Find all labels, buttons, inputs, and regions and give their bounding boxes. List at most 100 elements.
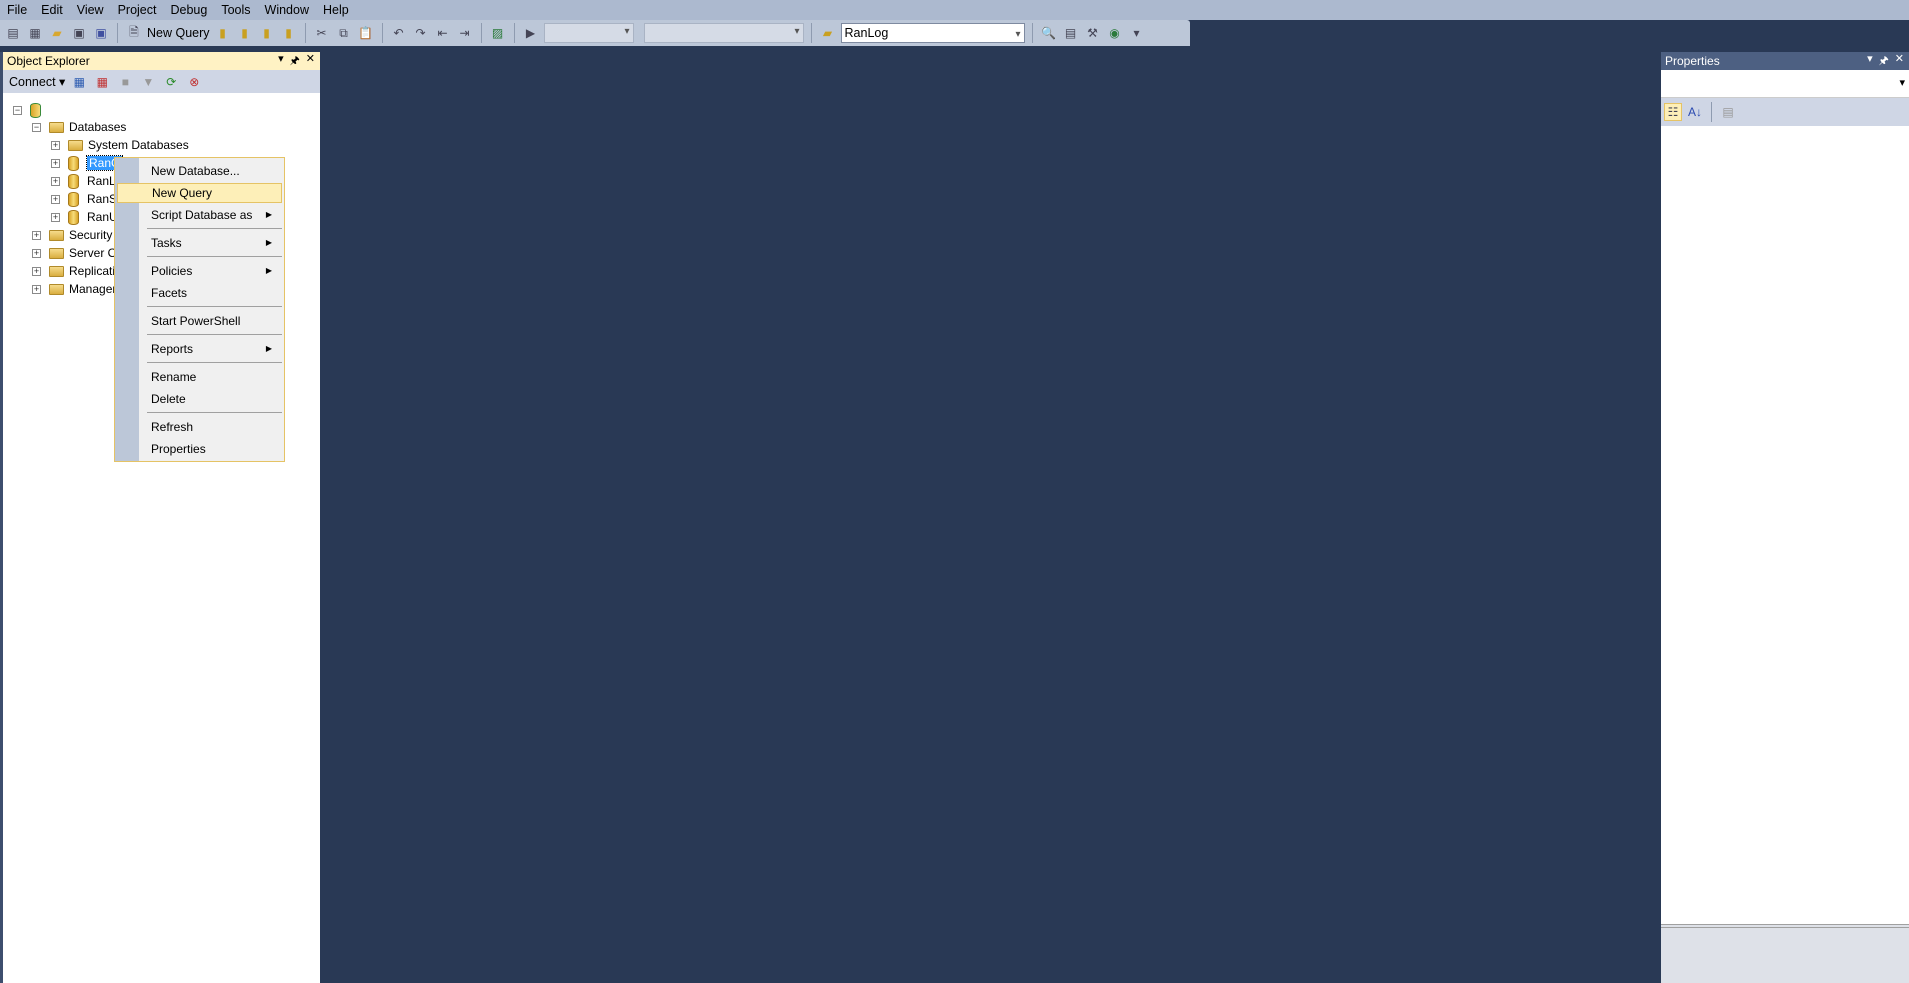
close-icon[interactable]: ✕ [306,52,315,71]
pin-icon[interactable]: 🖈 [290,52,300,71]
tree-node-replication[interactable]: + Replicatio [32,262,122,280]
find-in-files-icon[interactable]: ▰ [819,24,837,42]
menu-tools[interactable]: Tools [214,0,257,20]
undo-icon[interactable]: ↶ [390,24,408,42]
menu-item-tasks[interactable]: Tasks ▶ [117,233,282,253]
property-description-area [1661,924,1909,983]
properties-toolbar: ☷ A↓ ▤ [1661,98,1909,126]
separator [513,23,515,43]
tree-node-database[interactable]: + RanL [51,172,116,190]
close-icon[interactable]: ✕ [1895,52,1904,71]
menu-debug[interactable]: Debug [163,0,214,20]
menu-item-script-database-as[interactable]: Script Database as ▶ [117,205,282,225]
menu-item-policies[interactable]: Policies ▶ [117,261,282,281]
copy-icon[interactable]: ⧉ [335,24,353,42]
tree-node-management[interactable]: + Manager [32,280,116,298]
xmla-query-icon[interactable]: ▮ [280,24,298,42]
cut-icon[interactable]: ✂ [313,24,331,42]
expand-icon: + [51,211,60,222]
platform-combo[interactable] [643,23,804,43]
toolbar-options-icon[interactable]: ▾ [1128,24,1146,42]
separator [304,23,306,43]
database-engine-query-icon[interactable]: ▮ [214,24,232,42]
stop-icon[interactable]: ■ [116,73,134,91]
menu-separator [147,412,282,413]
start-powershell-icon[interactable]: ⊗ [185,73,203,91]
pin-icon[interactable]: 🖈 [1879,52,1889,71]
menu-help[interactable]: Help [316,0,356,20]
properties-panel: Properties ▾ 🖈 ✕ ☷ A↓ ▤ [1661,52,1909,983]
refresh-icon[interactable]: ⟳ [162,73,180,91]
available-databases-combo[interactable]: RanLog [840,23,1025,44]
separator [117,23,118,43]
execute-icon[interactable]: ▶ [522,24,540,42]
navigate-forward-icon[interactable]: ⇥ [456,24,474,42]
menu-separator [147,256,282,257]
submenu-arrow-icon: ▶ [265,344,272,353]
tree-node-databases[interactable]: − Databases [32,118,126,136]
web-browser-icon[interactable]: ◉ [1106,24,1124,42]
disconnect-icon[interactable]: ▦ [93,73,111,91]
tree-node-security[interactable]: + Security [32,226,112,244]
tree-node-database[interactable]: + RanU [51,208,118,226]
menu-item-start-powershell[interactable]: Start PowerShell [117,311,282,331]
menu-item-facets[interactable]: Facets [117,283,282,303]
menu-separator [147,362,282,363]
tree-node-system-databases[interactable]: + System Databases [51,136,189,154]
menu-project[interactable]: Project [111,0,164,20]
properties-header: Properties ▾ 🖈 ✕ [1661,52,1909,70]
folder-icon [68,139,83,151]
menu-item-reports[interactable]: Reports ▶ [117,339,282,359]
menu-item-rename[interactable]: Rename [117,367,282,387]
add-item-icon[interactable]: ▦ [26,24,44,42]
object-selector-dropdown[interactable] [1661,70,1909,98]
tree-node-database[interactable]: + RanG [51,154,124,172]
dmx-query-icon[interactable]: ▮ [258,24,276,42]
alphabetical-sort-icon[interactable]: A↓ [1686,103,1704,121]
navigate-back-icon[interactable]: ⇤ [434,24,452,42]
connect-object-explorer-icon[interactable]: ▦ [70,73,88,91]
menu-window[interactable]: Window [258,0,316,20]
folder-icon [49,283,64,295]
open-file-icon[interactable]: ▰ [48,24,66,42]
menu-bar: File Edit View Project Debug Tools Windo… [0,0,1909,20]
tree-node-database[interactable]: + RanS [51,190,117,208]
menu-item-properties[interactable]: Properties [117,439,282,459]
save-all-icon[interactable]: ▣ [92,24,110,42]
property-pages-icon[interactable]: ▤ [1719,103,1737,121]
tree-node-server[interactable]: − [13,101,49,119]
folder-icon [49,265,64,277]
dropdown-icon[interactable]: ▾ [278,52,284,71]
menu-file[interactable]: File [0,0,34,20]
solution-explorer-icon[interactable]: 🔍 [1040,24,1058,42]
new-project-icon[interactable]: ▤ [4,24,22,42]
menu-item-new-query[interactable]: New Query [117,183,282,203]
menu-separator [147,334,282,335]
connect-button[interactable]: Connect ▾ [9,74,65,89]
expand-icon: + [32,229,41,240]
activity-monitor-icon[interactable]: ▨ [489,24,507,42]
expand-icon: + [51,193,60,204]
categorized-icon[interactable]: ☷ [1664,103,1682,121]
properties-window-icon[interactable]: ▤ [1062,24,1080,42]
tree-node-server-objects[interactable]: + Server Ob [32,244,124,262]
mdx-query-icon[interactable]: ▮ [236,24,254,42]
filter-icon[interactable]: ▼ [139,73,157,91]
menu-item-new-database[interactable]: New Database... [117,161,282,181]
solution-config-combo[interactable] [543,23,634,43]
toolbox-icon[interactable]: ⚒ [1084,24,1102,42]
separator [480,23,482,43]
menu-edit[interactable]: Edit [34,0,70,20]
save-icon[interactable]: ▣ [70,24,88,42]
folder-icon [49,247,64,259]
object-explorer-header: Object Explorer ▾ 🖈 ✕ [3,52,320,70]
new-query-button[interactable]: 🗎 New Query [125,24,209,42]
paste-icon[interactable]: 📋 [357,24,375,42]
menu-view[interactable]: View [70,0,111,20]
expand-icon: + [51,139,60,150]
menu-item-delete[interactable]: Delete [117,389,282,409]
separator [810,23,812,43]
redo-icon[interactable]: ↷ [412,24,430,42]
menu-item-refresh[interactable]: Refresh [117,417,282,437]
dropdown-icon[interactable]: ▾ [1867,52,1873,71]
